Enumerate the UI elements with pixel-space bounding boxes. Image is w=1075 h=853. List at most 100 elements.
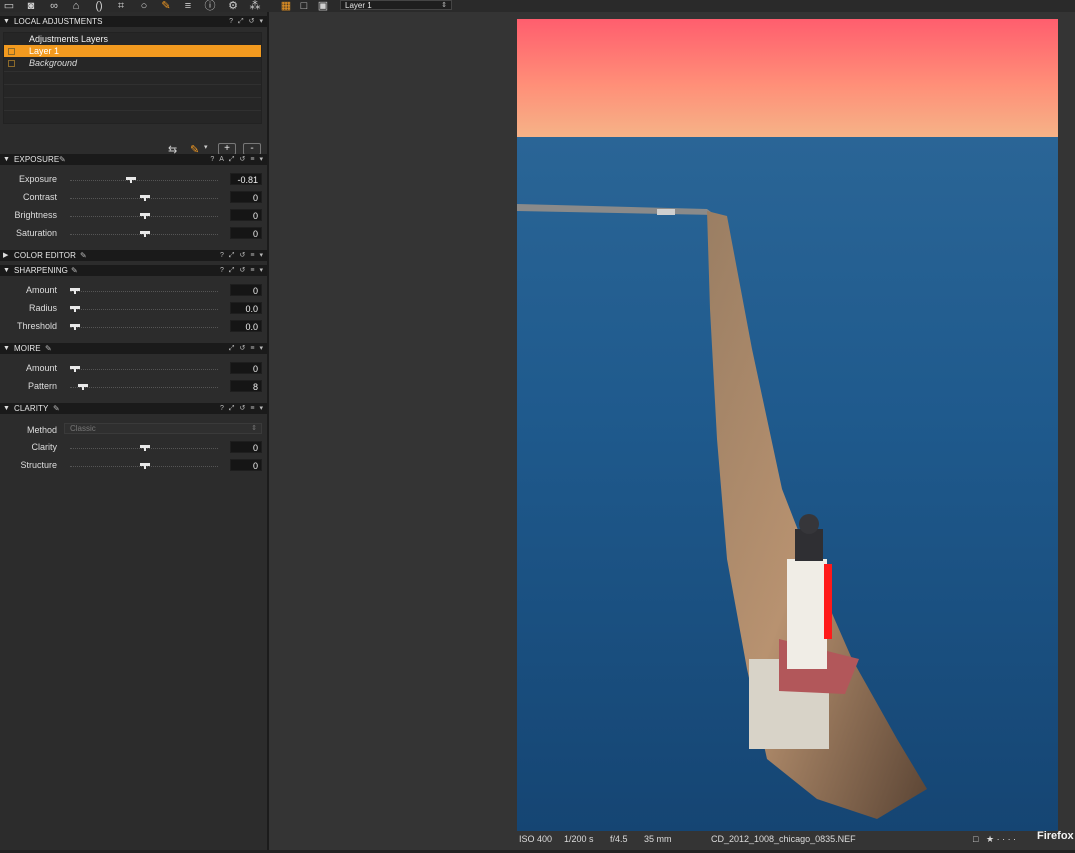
- slider-track[interactable]: [70, 210, 218, 220]
- exposure-header[interactable]: ▼ EXPOSURE ✎ ? A ⤢ ↺ ≡ ▾: [0, 154, 267, 165]
- shape-icon[interactable]: ⌂: [69, 0, 83, 12]
- slider-knob[interactable]: [70, 288, 80, 294]
- slider-value-field[interactable]: 0: [230, 459, 262, 471]
- reset-icon[interactable]: ↺: [249, 16, 255, 27]
- layer-select-value: Layer 1: [345, 1, 372, 10]
- slider-track[interactable]: [70, 228, 218, 238]
- slider-knob[interactable]: [140, 231, 150, 237]
- workflow-icon[interactable]: ⁂: [248, 0, 262, 12]
- presets-icon[interactable]: ≡: [250, 343, 254, 354]
- compare-view-icon[interactable]: ▣: [316, 0, 330, 12]
- slider-track[interactable]: [70, 321, 218, 331]
- star-rating[interactable]: ★ · · · ·: [986, 832, 1016, 846]
- slider-value-field[interactable]: 8: [230, 380, 262, 392]
- slider-value-field[interactable]: 0: [230, 191, 262, 203]
- menu-icon[interactable]: ▾: [259, 250, 263, 261]
- slider-track[interactable]: [70, 285, 218, 295]
- auto-icon[interactable]: A: [219, 154, 224, 165]
- reset-icon[interactable]: ↺: [240, 265, 246, 276]
- presets-icon[interactable]: ≡: [250, 403, 254, 414]
- slider-track[interactable]: [70, 363, 218, 373]
- slider-value-field[interactable]: 0: [230, 209, 262, 221]
- help-icon[interactable]: ?: [229, 16, 233, 27]
- copy-apply-icon[interactable]: ⤢: [229, 343, 235, 354]
- slider-knob[interactable]: [70, 306, 80, 312]
- slider-value-field[interactable]: 0.0: [230, 320, 262, 332]
- copy-apply-icon[interactable]: ⤢: [229, 265, 235, 276]
- info-icon[interactable]: ⓘ: [203, 0, 217, 12]
- layer-enable-checkbox[interactable]: [8, 60, 15, 67]
- menu-icon[interactable]: ▾: [259, 16, 263, 27]
- list-icon[interactable]: ≡: [181, 0, 195, 12]
- layer-enable-checkbox[interactable]: [8, 48, 15, 55]
- loupe-icon[interactable]: ○: [137, 0, 151, 12]
- slider-knob[interactable]: [140, 445, 150, 451]
- collapse-triangle-icon[interactable]: ▼: [3, 403, 10, 414]
- local-adjustments-header[interactable]: ▼ LOCAL ADJUSTMENTS ? ⤢ ↺ ▾: [0, 16, 267, 27]
- help-icon[interactable]: ?: [220, 265, 224, 276]
- slider-knob[interactable]: [70, 324, 80, 330]
- copy-apply-icon[interactable]: ⤢: [229, 154, 235, 165]
- slider-knob[interactable]: [140, 195, 150, 201]
- camera-icon[interactable]: ◙: [24, 0, 38, 12]
- clarity-method-select[interactable]: Classic ⇕: [64, 423, 262, 434]
- collapse-triangle-icon[interactable]: ▼: [3, 154, 10, 165]
- presets-icon[interactable]: ≡: [250, 265, 254, 276]
- slider-track[interactable]: [70, 381, 218, 391]
- folder-icon[interactable]: ▭: [2, 0, 16, 12]
- help-icon[interactable]: ?: [220, 403, 224, 414]
- collapse-triangle-icon[interactable]: ▼: [3, 16, 10, 27]
- menu-icon[interactable]: ▾: [259, 265, 263, 276]
- clarity-header[interactable]: ▼ CLARITY ✎ ? ⤢ ↺ ≡ ▾: [0, 403, 267, 414]
- presets-icon[interactable]: ≡: [250, 250, 254, 261]
- help-icon[interactable]: ?: [220, 250, 224, 261]
- brush-dropdown-icon[interactable]: ▾: [204, 143, 208, 151]
- layer-row-layer-1[interactable]: Layer 1: [4, 45, 261, 57]
- slider-track[interactable]: [70, 442, 218, 452]
- single-view-icon[interactable]: □: [297, 0, 311, 12]
- slider-value-field[interactable]: 0: [230, 284, 262, 296]
- slider-value-field[interactable]: 0: [230, 441, 262, 453]
- slider-track[interactable]: [70, 460, 218, 470]
- slider-knob[interactable]: [140, 463, 150, 469]
- slider-knob[interactable]: [78, 384, 88, 390]
- gear-icon[interactable]: ⚙: [226, 0, 240, 12]
- slider-knob[interactable]: [140, 213, 150, 219]
- grid-view-icon[interactable]: ▦: [279, 0, 293, 12]
- slider-value-field[interactable]: 0.0: [230, 302, 262, 314]
- slider-track[interactable]: [70, 303, 218, 313]
- slider-value-field[interactable]: 0: [230, 227, 262, 239]
- copy-apply-icon[interactable]: ⤢: [229, 250, 235, 261]
- slider-knob[interactable]: [70, 366, 80, 372]
- lens-icon[interactable]: (): [92, 0, 106, 12]
- layer-select[interactable]: Layer 1 ⇕: [340, 0, 452, 10]
- copy-apply-icon[interactable]: ⤢: [238, 16, 244, 27]
- menu-icon[interactable]: ▾: [259, 343, 263, 354]
- moire-header[interactable]: ▼ MOIRE ✎ ⤢ ↺ ≡ ▾: [0, 343, 267, 354]
- color-editor-header[interactable]: ▶ COLOR EDITOR ✎ ? ⤢ ↺ ≡ ▾: [0, 250, 267, 261]
- copy-apply-icon[interactable]: ⤢: [229, 403, 235, 414]
- menu-icon[interactable]: ▾: [259, 154, 263, 165]
- slider-track[interactable]: [70, 174, 218, 184]
- slider-value-field[interactable]: 0: [230, 362, 262, 374]
- reset-icon[interactable]: ↺: [240, 403, 246, 414]
- sharpening-header[interactable]: ▼ SHARPENING ✎ ? ⤢ ↺ ≡ ▾: [0, 265, 267, 276]
- menu-icon[interactable]: ▾: [259, 403, 263, 414]
- reset-icon[interactable]: ↺: [240, 250, 246, 261]
- slider-value-field[interactable]: -0.81: [230, 173, 262, 185]
- brush-icon[interactable]: ✎: [159, 0, 173, 12]
- crop-icon[interactable]: ⌗: [114, 0, 128, 12]
- color-tag-checkbox[interactable]: □: [973, 832, 978, 846]
- slider-knob[interactable]: [126, 177, 136, 183]
- collapse-triangle-icon[interactable]: ▼: [3, 343, 10, 354]
- photo-viewer[interactable]: [517, 19, 1058, 831]
- reset-icon[interactable]: ↺: [240, 343, 246, 354]
- collapse-triangle-icon[interactable]: ▼: [3, 265, 10, 276]
- slider-track[interactable]: [70, 192, 218, 202]
- color-circles-icon[interactable]: ∞: [47, 0, 61, 12]
- help-icon[interactable]: ?: [210, 154, 214, 165]
- expand-triangle-icon[interactable]: ▶: [3, 250, 8, 261]
- reset-icon[interactable]: ↺: [240, 154, 246, 165]
- presets-icon[interactable]: ≡: [250, 154, 254, 165]
- layer-row-background[interactable]: Background: [4, 57, 261, 69]
